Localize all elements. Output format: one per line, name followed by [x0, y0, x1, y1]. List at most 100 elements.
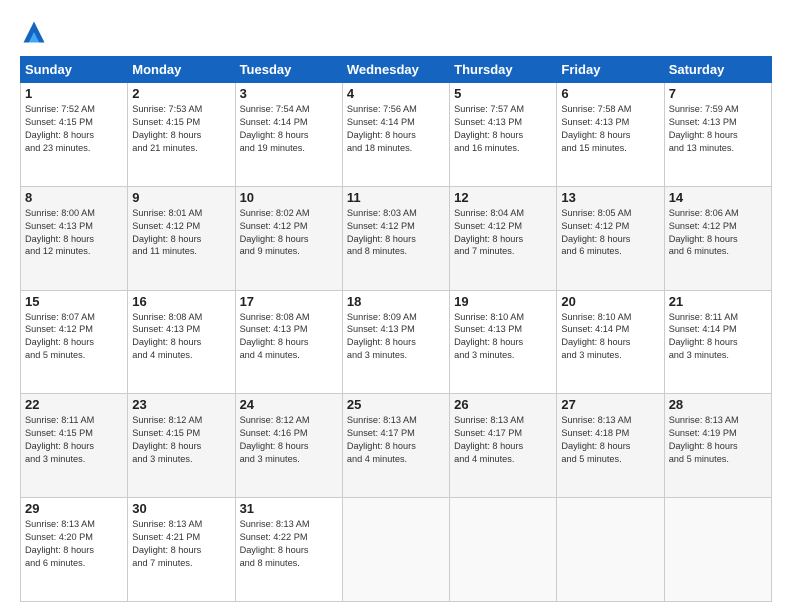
cell-info: Sunrise: 8:09 AMSunset: 4:13 PMDaylight:…: [347, 311, 445, 363]
day-number: 19: [454, 294, 552, 309]
cell-info: Sunrise: 8:05 AMSunset: 4:12 PMDaylight:…: [561, 207, 659, 259]
cell-info: Sunrise: 8:13 AMSunset: 4:17 PMDaylight:…: [347, 414, 445, 466]
day-number: 17: [240, 294, 338, 309]
day-number: 18: [347, 294, 445, 309]
calendar-cell: 14 Sunrise: 8:06 AMSunset: 4:12 PMDayligh…: [664, 186, 771, 290]
day-number: 30: [132, 501, 230, 516]
calendar-table: SundayMondayTuesdayWednesdayThursdayFrid…: [20, 56, 772, 602]
week-row-5: 29Sunrise: 8:13 AMSunset: 4:20 PMDayligh…: [21, 498, 772, 602]
day-number: 26: [454, 397, 552, 412]
cell-info: Sunrise: 8:13 AMSunset: 4:19 PMDaylight:…: [669, 414, 767, 466]
day-number: 31: [240, 501, 338, 516]
cell-info: Sunrise: 8:10 AMSunset: 4:14 PMDaylight:…: [561, 311, 659, 363]
cell-info: Sunrise: 8:00 AMSunset: 4:13 PMDaylight:…: [25, 207, 123, 259]
calendar-cell: 9 Sunrise: 8:01 AMSunset: 4:12 PMDaylight…: [128, 186, 235, 290]
calendar-cell: [664, 498, 771, 602]
day-number: 5: [454, 86, 552, 101]
day-number: 25: [347, 397, 445, 412]
cell-info: Sunrise: 8:12 AMSunset: 4:16 PMDaylight:…: [240, 414, 338, 466]
calendar-header: SundayMondayTuesdayWednesdayThursdayFrid…: [21, 57, 772, 83]
col-header-thursday: Thursday: [450, 57, 557, 83]
week-row-2: 8 Sunrise: 8:00 AMSunset: 4:13 PMDaylight…: [21, 186, 772, 290]
day-number: 21: [669, 294, 767, 309]
calendar-cell: 26 Sunrise: 8:13 AMSunset: 4:17 PMDayligh…: [450, 394, 557, 498]
col-header-saturday: Saturday: [664, 57, 771, 83]
cell-info: Sunrise: 8:13 AMSunset: 4:21 PMDaylight:…: [132, 518, 230, 570]
calendar-body: 1Sunrise: 7:52 AMSunset: 4:15 PMDaylight…: [21, 83, 772, 602]
calendar-cell: [450, 498, 557, 602]
day-number: 3: [240, 86, 338, 101]
calendar-cell: 21Sunrise: 8:11 AMSunset: 4:14 PMDayligh…: [664, 290, 771, 394]
day-number: 8: [25, 190, 123, 205]
calendar-cell: 2 Sunrise: 7:53 AMSunset: 4:15 PMDaylight…: [128, 83, 235, 187]
day-number: 29: [25, 501, 123, 516]
calendar-cell: 10Sunrise: 8:02 AMSunset: 4:12 PMDayligh…: [235, 186, 342, 290]
cell-info: Sunrise: 8:01 AMSunset: 4:12 PMDaylight:…: [132, 207, 230, 259]
cell-info: Sunrise: 8:13 AMSunset: 4:18 PMDaylight:…: [561, 414, 659, 466]
calendar-cell: 5 Sunrise: 7:57 AMSunset: 4:13 PMDaylight…: [450, 83, 557, 187]
day-number: 2: [132, 86, 230, 101]
cell-info: Sunrise: 7:57 AMSunset: 4:13 PMDaylight:…: [454, 103, 552, 155]
cell-info: Sunrise: 7:52 AMSunset: 4:15 PMDaylight:…: [25, 103, 123, 155]
calendar-cell: 8 Sunrise: 8:00 AMSunset: 4:13 PMDaylight…: [21, 186, 128, 290]
week-row-4: 22 Sunrise: 8:11 AMSunset: 4:15 PMDayligh…: [21, 394, 772, 498]
header-row: SundayMondayTuesdayWednesdayThursdayFrid…: [21, 57, 772, 83]
calendar-cell: 13Sunrise: 8:05 AMSunset: 4:12 PMDayligh…: [557, 186, 664, 290]
calendar-cell: 1Sunrise: 7:52 AMSunset: 4:15 PMDaylight…: [21, 83, 128, 187]
cell-info: Sunrise: 8:13 AMSunset: 4:22 PMDaylight:…: [240, 518, 338, 570]
calendar-cell: 16Sunrise: 8:08 AMSunset: 4:13 PMDayligh…: [128, 290, 235, 394]
calendar-cell: 24 Sunrise: 8:12 AMSunset: 4:16 PMDayligh…: [235, 394, 342, 498]
calendar-cell: 11Sunrise: 8:03 AMSunset: 4:12 PMDayligh…: [342, 186, 449, 290]
calendar-cell: 31 Sunrise: 8:13 AMSunset: 4:22 PMDayligh…: [235, 498, 342, 602]
day-number: 4: [347, 86, 445, 101]
calendar-cell: [342, 498, 449, 602]
calendar-cell: 27 Sunrise: 8:13 AMSunset: 4:18 PMDayligh…: [557, 394, 664, 498]
page: SundayMondayTuesdayWednesdayThursdayFrid…: [0, 0, 792, 612]
day-number: 9: [132, 190, 230, 205]
day-number: 7: [669, 86, 767, 101]
cell-info: Sunrise: 8:08 AMSunset: 4:13 PMDaylight:…: [132, 311, 230, 363]
cell-info: Sunrise: 7:53 AMSunset: 4:15 PMDaylight:…: [132, 103, 230, 155]
cell-info: Sunrise: 8:12 AMSunset: 4:15 PMDaylight:…: [132, 414, 230, 466]
calendar-cell: 20 Sunrise: 8:10 AMSunset: 4:14 PMDayligh…: [557, 290, 664, 394]
day-number: 15: [25, 294, 123, 309]
calendar-cell: 7Sunrise: 7:59 AMSunset: 4:13 PMDaylight…: [664, 83, 771, 187]
col-header-friday: Friday: [557, 57, 664, 83]
col-header-sunday: Sunday: [21, 57, 128, 83]
logo-icon: [20, 18, 48, 46]
day-number: 27: [561, 397, 659, 412]
calendar-cell: [557, 498, 664, 602]
day-number: 24: [240, 397, 338, 412]
calendar-cell: 28 Sunrise: 8:13 AMSunset: 4:19 PMDayligh…: [664, 394, 771, 498]
day-number: 20: [561, 294, 659, 309]
cell-info: Sunrise: 7:54 AMSunset: 4:14 PMDaylight:…: [240, 103, 338, 155]
calendar-cell: 25 Sunrise: 8:13 AMSunset: 4:17 PMDayligh…: [342, 394, 449, 498]
calendar-cell: 6Sunrise: 7:58 AMSunset: 4:13 PMDaylight…: [557, 83, 664, 187]
header: [20, 18, 772, 46]
day-number: 22: [25, 397, 123, 412]
calendar-cell: 3 Sunrise: 7:54 AMSunset: 4:14 PMDaylight…: [235, 83, 342, 187]
cell-info: Sunrise: 8:13 AMSunset: 4:17 PMDaylight:…: [454, 414, 552, 466]
cell-info: Sunrise: 8:06 AMSunset: 4:12 PMDaylight:…: [669, 207, 767, 259]
day-number: 28: [669, 397, 767, 412]
week-row-1: 1Sunrise: 7:52 AMSunset: 4:15 PMDaylight…: [21, 83, 772, 187]
cell-info: Sunrise: 7:58 AMSunset: 4:13 PMDaylight:…: [561, 103, 659, 155]
cell-info: Sunrise: 8:04 AMSunset: 4:12 PMDaylight:…: [454, 207, 552, 259]
calendar-cell: 19 Sunrise: 8:10 AMSunset: 4:13 PMDayligh…: [450, 290, 557, 394]
calendar-cell: 23Sunrise: 8:12 AMSunset: 4:15 PMDayligh…: [128, 394, 235, 498]
col-header-tuesday: Tuesday: [235, 57, 342, 83]
cell-info: Sunrise: 8:10 AMSunset: 4:13 PMDaylight:…: [454, 311, 552, 363]
calendar-cell: 17 Sunrise: 8:08 AMSunset: 4:13 PMDayligh…: [235, 290, 342, 394]
cell-info: Sunrise: 8:08 AMSunset: 4:13 PMDaylight:…: [240, 311, 338, 363]
calendar-cell: 30 Sunrise: 8:13 AMSunset: 4:21 PMDayligh…: [128, 498, 235, 602]
col-header-monday: Monday: [128, 57, 235, 83]
calendar-cell: 29Sunrise: 8:13 AMSunset: 4:20 PMDayligh…: [21, 498, 128, 602]
calendar-cell: 22 Sunrise: 8:11 AMSunset: 4:15 PMDayligh…: [21, 394, 128, 498]
calendar-cell: 18 Sunrise: 8:09 AMSunset: 4:13 PMDayligh…: [342, 290, 449, 394]
col-header-wednesday: Wednesday: [342, 57, 449, 83]
day-number: 14: [669, 190, 767, 205]
cell-info: Sunrise: 8:07 AMSunset: 4:12 PMDaylight:…: [25, 311, 123, 363]
week-row-3: 15 Sunrise: 8:07 AMSunset: 4:12 PMDayligh…: [21, 290, 772, 394]
cell-info: Sunrise: 8:11 AMSunset: 4:15 PMDaylight:…: [25, 414, 123, 466]
cell-info: Sunrise: 7:56 AMSunset: 4:14 PMDaylight:…: [347, 103, 445, 155]
